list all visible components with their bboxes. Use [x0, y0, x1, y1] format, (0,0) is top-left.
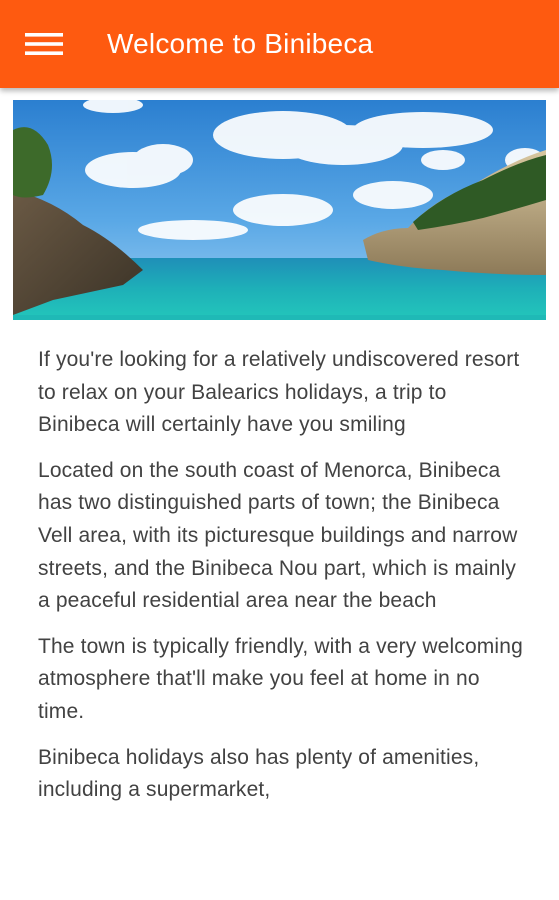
- article-paragraph: Binibeca holidays also has plenty of ame…: [38, 745, 480, 802]
- article-paragraph: Located on the south coast of Menorca, B…: [38, 458, 518, 613]
- article-paragraph: The town is typically friendly, with a v…: [38, 634, 523, 723]
- menu-button[interactable]: [14, 18, 74, 70]
- hamburger-menu-icon: [25, 33, 63, 55]
- main-content[interactable]: If you're looking for a relatively undis…: [0, 88, 559, 900]
- page-title: Welcome to Binibeca: [107, 28, 374, 59]
- hero-image: [13, 100, 546, 320]
- article-body: If you're looking for a relatively undis…: [38, 344, 530, 820]
- article-paragraph: If you're looking for a relatively undis…: [38, 348, 520, 437]
- app-bar: Welcome to Binibeca: [0, 0, 559, 88]
